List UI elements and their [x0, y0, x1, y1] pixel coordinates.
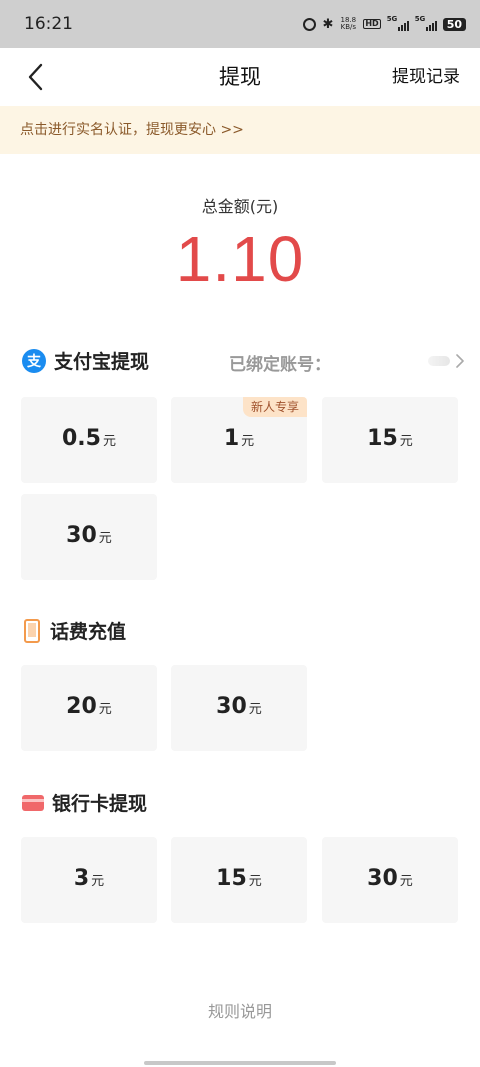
option-amount: 30	[216, 694, 247, 719]
option-unit: 元	[399, 434, 413, 449]
option-amount: 30	[367, 866, 398, 891]
alipay-option-0.5[interactable]: 0.5 元	[21, 397, 157, 483]
phone-option-20[interactable]: 20 元	[21, 665, 157, 751]
battery-icon: 50	[442, 17, 466, 31]
nav-bar: 提现 提现记录	[0, 48, 480, 106]
option-unit: 元	[248, 702, 262, 717]
option-amount: 30	[66, 523, 97, 548]
bluetooth-icon: ✱	[322, 16, 334, 32]
bound-account-button[interactable]	[424, 344, 464, 378]
option-amount: 1	[223, 426, 240, 451]
phone-icon	[22, 618, 42, 643]
phone-recharge-section-title: 话费充值	[50, 621, 127, 643]
option-unit: 元	[241, 434, 255, 449]
option-unit: 元	[98, 702, 112, 717]
bound-account-label: 已绑定账号：	[229, 355, 331, 375]
signal-2-label: 5G	[414, 15, 426, 23]
status-icons: ✱ 18.8 KB/s HD 5G 5G 50	[303, 15, 466, 32]
new-user-badge: 新人专享	[242, 397, 307, 417]
option-unit: 元	[98, 531, 112, 546]
withdraw-record-link[interactable]: 提现记录	[392, 48, 460, 106]
chevron-right-icon	[456, 354, 464, 368]
alipay-option-30[interactable]: 30 元	[21, 494, 157, 580]
bank-card-icon	[22, 794, 44, 812]
phone-option-30[interactable]: 30 元	[171, 665, 307, 751]
bank-option-15[interactable]: 15 元	[171, 837, 307, 923]
real-name-verification-banner[interactable]: 点击进行实名认证，提现更安心 >>	[0, 106, 480, 154]
bank-option-3[interactable]: 3 元	[21, 837, 157, 923]
signal-icon-1: 5G	[386, 15, 409, 31]
phone-recharge-section-header: 话费充值	[22, 617, 126, 644]
option-unit: 元	[91, 874, 105, 889]
bound-account-masked	[428, 356, 450, 366]
option-amount: 3	[73, 866, 90, 891]
home-indicator[interactable]	[144, 1061, 336, 1065]
back-button[interactable]	[18, 60, 52, 94]
alipay-section-header: 支 支付宝提现	[22, 347, 149, 374]
option-amount: 0.5	[62, 426, 101, 451]
option-unit: 元	[248, 874, 262, 889]
network-speed: 18.8 KB/s	[339, 17, 357, 31]
signal-1-label: 5G	[386, 15, 398, 23]
status-bar: 16:21 ✱ 18.8 KB/s HD 5G 5G 50	[0, 0, 480, 48]
rules-link[interactable]: 规则说明	[0, 998, 480, 1022]
total-amount-label: 总金额(元)	[201, 197, 279, 216]
option-unit: 元	[102, 434, 116, 449]
network-speed-unit: KB/s	[340, 23, 357, 31]
option-unit: 元	[399, 874, 413, 889]
alipay-icon: 支	[22, 348, 46, 373]
bank-option-30[interactable]: 30 元	[322, 837, 458, 923]
chevron-left-icon	[28, 63, 43, 91]
status-time: 16:21	[24, 14, 73, 34]
total-amount-value: 1.10	[175, 223, 305, 295]
signal-icon-2: 5G	[414, 15, 437, 31]
bank-card-section-header: 银行卡提现	[22, 789, 147, 816]
option-amount: 20	[66, 694, 97, 719]
hd-icon: HD	[363, 19, 381, 29]
alipay-option-15[interactable]: 15 元	[322, 397, 458, 483]
alipay-section-title: 支付宝提现	[54, 351, 150, 373]
option-amount: 15	[367, 426, 398, 451]
bank-card-section-title: 银行卡提现	[52, 793, 148, 815]
alarm-icon	[303, 17, 317, 31]
alipay-option-1[interactable]: 新人专享 1 元	[171, 397, 307, 483]
option-amount: 15	[216, 866, 247, 891]
